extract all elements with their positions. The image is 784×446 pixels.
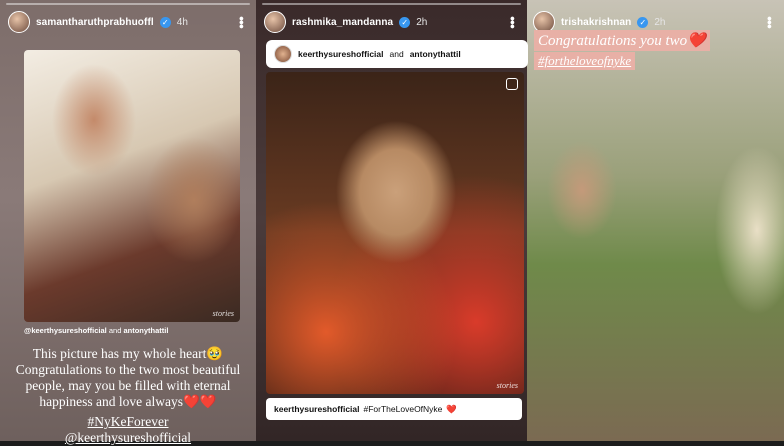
story-header: samantharuthprabhuoffl ✓ 4h ••• [8, 10, 250, 34]
story-username[interactable]: trishakrishnan [561, 17, 631, 28]
story-progress-bar [262, 3, 521, 5]
story-caption-line: Congratulations you two❤️ [534, 30, 710, 51]
avatar [274, 45, 292, 63]
verified-badge-icon: ✓ [159, 16, 171, 28]
story-header: rashmika_mandanna ✓ 2h ••• [264, 10, 521, 34]
wedding-photo-garland: stories [24, 50, 240, 322]
avatar[interactable] [264, 11, 286, 33]
mention-link[interactable]: @keerthysureshofficial [4, 430, 252, 446]
story-username[interactable]: samantharuthprabhuoffl [36, 17, 154, 28]
post-username[interactable]: keerthysureshofficial [274, 404, 360, 414]
story-caption: This picture has my whole heart🥹 Congrat… [15, 346, 241, 409]
verified-badge-icon: ✓ [399, 16, 411, 28]
tagged-user[interactable]: @keerthysureshofficial [24, 326, 107, 335]
story-username[interactable]: rashmika_mandanna [292, 17, 393, 28]
heart-icon: ❤️ [446, 403, 458, 414]
mention-user[interactable]: keerthysureshofficial [298, 49, 384, 59]
hashtag-link[interactable]: #NyKeForever [4, 414, 252, 430]
avatar[interactable] [8, 11, 30, 33]
more-options-icon[interactable]: ••• [234, 16, 250, 28]
more-options-icon[interactable]: ••• [762, 16, 778, 28]
mention-conjunction: and [389, 49, 404, 59]
tagged-users-line[interactable]: @keerthysureshofficial and antonythattil [24, 326, 168, 335]
stories-watermark: stories [496, 381, 518, 390]
story-time: 4h [176, 16, 188, 28]
post-caption-bar[interactable]: keerthysureshofficial #ForTheLoveOfNyke … [266, 398, 522, 420]
mention-user[interactable]: antonythattil [410, 49, 461, 59]
mention-card[interactable]: keerthysureshofficial and antonythattil [266, 40, 528, 68]
wedding-photo-bride-closeup: stories [266, 72, 524, 394]
tag-conjunction: and [108, 326, 122, 335]
story-progress-bar [6, 3, 250, 5]
story-time: 2h [416, 16, 428, 28]
more-options-icon[interactable]: ••• [505, 16, 521, 28]
story-time: 2h [654, 16, 666, 28]
verified-badge-icon: ✓ [637, 16, 649, 28]
stories-watermark: stories [212, 309, 234, 318]
share-icon[interactable] [506, 78, 518, 90]
hashtag-link[interactable]: #fortheloveofnyke [534, 52, 636, 70]
post-hashtag[interactable]: #ForTheLoveOfNyke [364, 404, 443, 414]
tagged-user[interactable]: antonythattil [123, 326, 168, 335]
